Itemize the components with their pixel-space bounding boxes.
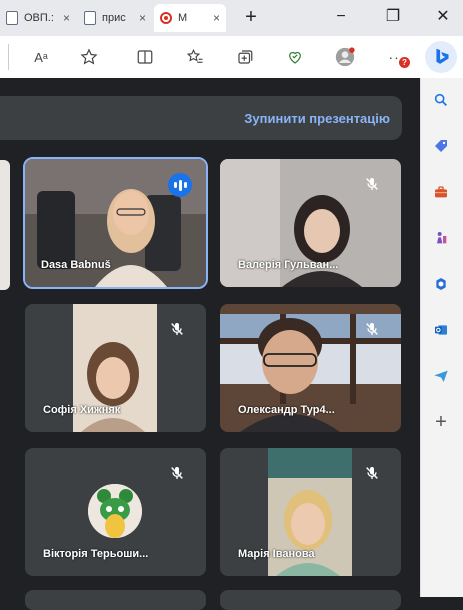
document-icon: [6, 11, 18, 25]
favorites-icon[interactable]: [182, 44, 208, 70]
address-bar-edge[interactable]: [0, 44, 9, 70]
participant-tile-4[interactable]: Олександр Тур4...: [220, 304, 401, 432]
restore-button[interactable]: ❐: [378, 6, 408, 28]
tab-1-label: ОВП.:: [24, 12, 54, 24]
muted-mic-icon: [363, 464, 381, 482]
tab-close-icon[interactable]: ×: [139, 11, 146, 25]
search-icon[interactable]: [429, 88, 453, 112]
participant-name: Олександр Тур4...: [238, 404, 335, 416]
muted-mic-icon: [363, 175, 381, 193]
participant-name: Марія Іванова: [238, 548, 315, 560]
participant-name: Вікторія Терьоши...: [43, 548, 149, 560]
participant-tile-3[interactable]: Софія Хижняк: [25, 304, 206, 432]
muted-mic-icon: [363, 320, 381, 338]
speaking-indicator-icon: [168, 173, 192, 197]
copilot-button[interactable]: [425, 41, 457, 73]
avatar: [88, 484, 142, 538]
notification-badge: ?: [399, 57, 410, 68]
participant-tile-6[interactable]: Марія Іванова: [220, 448, 401, 576]
shopping-tag-icon[interactable]: [429, 134, 453, 158]
tab-close-icon[interactable]: ×: [63, 11, 70, 25]
collections-icon[interactable]: [232, 44, 258, 70]
participant-tile-partial[interactable]: [220, 590, 401, 610]
outlook-icon[interactable]: [429, 318, 453, 342]
tab-3-active[interactable]: М ×: [154, 4, 226, 32]
participant-name: Dasa Babnuš: [41, 259, 111, 271]
recording-icon: [160, 12, 172, 24]
tab-2-label: прис: [102, 12, 126, 24]
tab-1[interactable]: ОВП.: ×: [0, 4, 76, 32]
games-chess-icon[interactable]: [429, 226, 453, 250]
microsoft-365-icon[interactable]: [429, 272, 453, 296]
split-screen-icon[interactable]: [132, 44, 158, 70]
new-tab-button[interactable]: +: [236, 6, 266, 28]
bing-icon: [436, 48, 449, 64]
tab-2[interactable]: прис ×: [78, 4, 152, 32]
stop-presenting-button[interactable]: Зупинити презентацію: [190, 111, 390, 126]
document-icon: [84, 11, 96, 25]
muted-mic-icon: [168, 464, 186, 482]
tab-close-icon[interactable]: ×: [213, 11, 220, 25]
close-window-button[interactable]: ✕: [428, 6, 458, 28]
muted-mic-icon: [168, 320, 186, 338]
send-telegram-icon[interactable]: [429, 364, 453, 388]
tab-3-label: М: [178, 12, 188, 24]
profile-avatar[interactable]: [332, 44, 358, 70]
add-sidebar-app-icon[interactable]: +: [429, 410, 453, 434]
participant-name: Валерія Гульван...: [238, 259, 339, 271]
participant-tile-5[interactable]: Вікторія Терьоши...: [25, 448, 206, 576]
participant-tile-partial[interactable]: [25, 590, 206, 610]
minimize-button[interactable]: −: [326, 6, 356, 28]
presentation-preview-edge: [0, 160, 10, 290]
participant-name: Софія Хижняк: [43, 404, 121, 416]
browser-essentials-icon[interactable]: [282, 44, 308, 70]
favorite-star-icon[interactable]: [76, 44, 102, 70]
tools-briefcase-icon[interactable]: [429, 180, 453, 204]
participant-tile-2[interactable]: Валерія Гульван...: [220, 159, 401, 287]
read-aloud-icon[interactable]: Aᵃ: [28, 44, 54, 70]
participant-tile-1[interactable]: Dasa Babnuš: [23, 157, 208, 289]
